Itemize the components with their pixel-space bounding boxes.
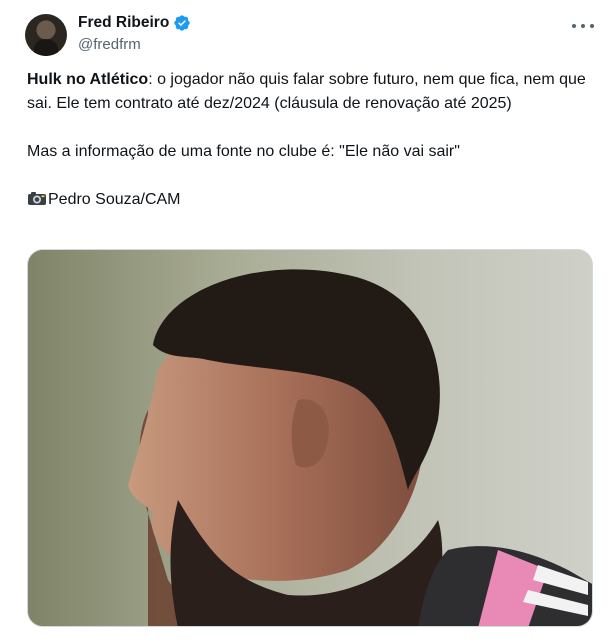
tweet-card: Fred Ribeiro @fredfrm Hulk no Atlético: … [0, 0, 614, 639]
verified-badge-icon [174, 15, 190, 31]
tweet-photo-credit-line: Pedro Souza/CAM [27, 188, 587, 212]
tweet-paragraph-2: Mas a informação de uma fonte no clube é… [27, 143, 460, 160]
author-handle[interactable]: @fredfrm [78, 36, 141, 53]
more-options-icon[interactable] [572, 18, 594, 34]
tweet-headline-bold: Hulk no Atlético [27, 71, 149, 88]
player-photo-illustration [28, 250, 592, 626]
author-display-name[interactable]: Fred Ribeiro [78, 14, 169, 32]
photo-credit: Pedro Souza/CAM [48, 191, 181, 208]
tweet-photo[interactable] [27, 249, 593, 627]
tweet-paragraph-1: Hulk no Atlético: o jogador não quis fal… [27, 68, 587, 116]
avatar[interactable] [25, 14, 67, 56]
tweet-text: Hulk no Atlético: o jogador não quis fal… [27, 68, 587, 212]
camera-flash-icon [28, 192, 46, 205]
author-name-row: Fred Ribeiro [78, 14, 191, 32]
